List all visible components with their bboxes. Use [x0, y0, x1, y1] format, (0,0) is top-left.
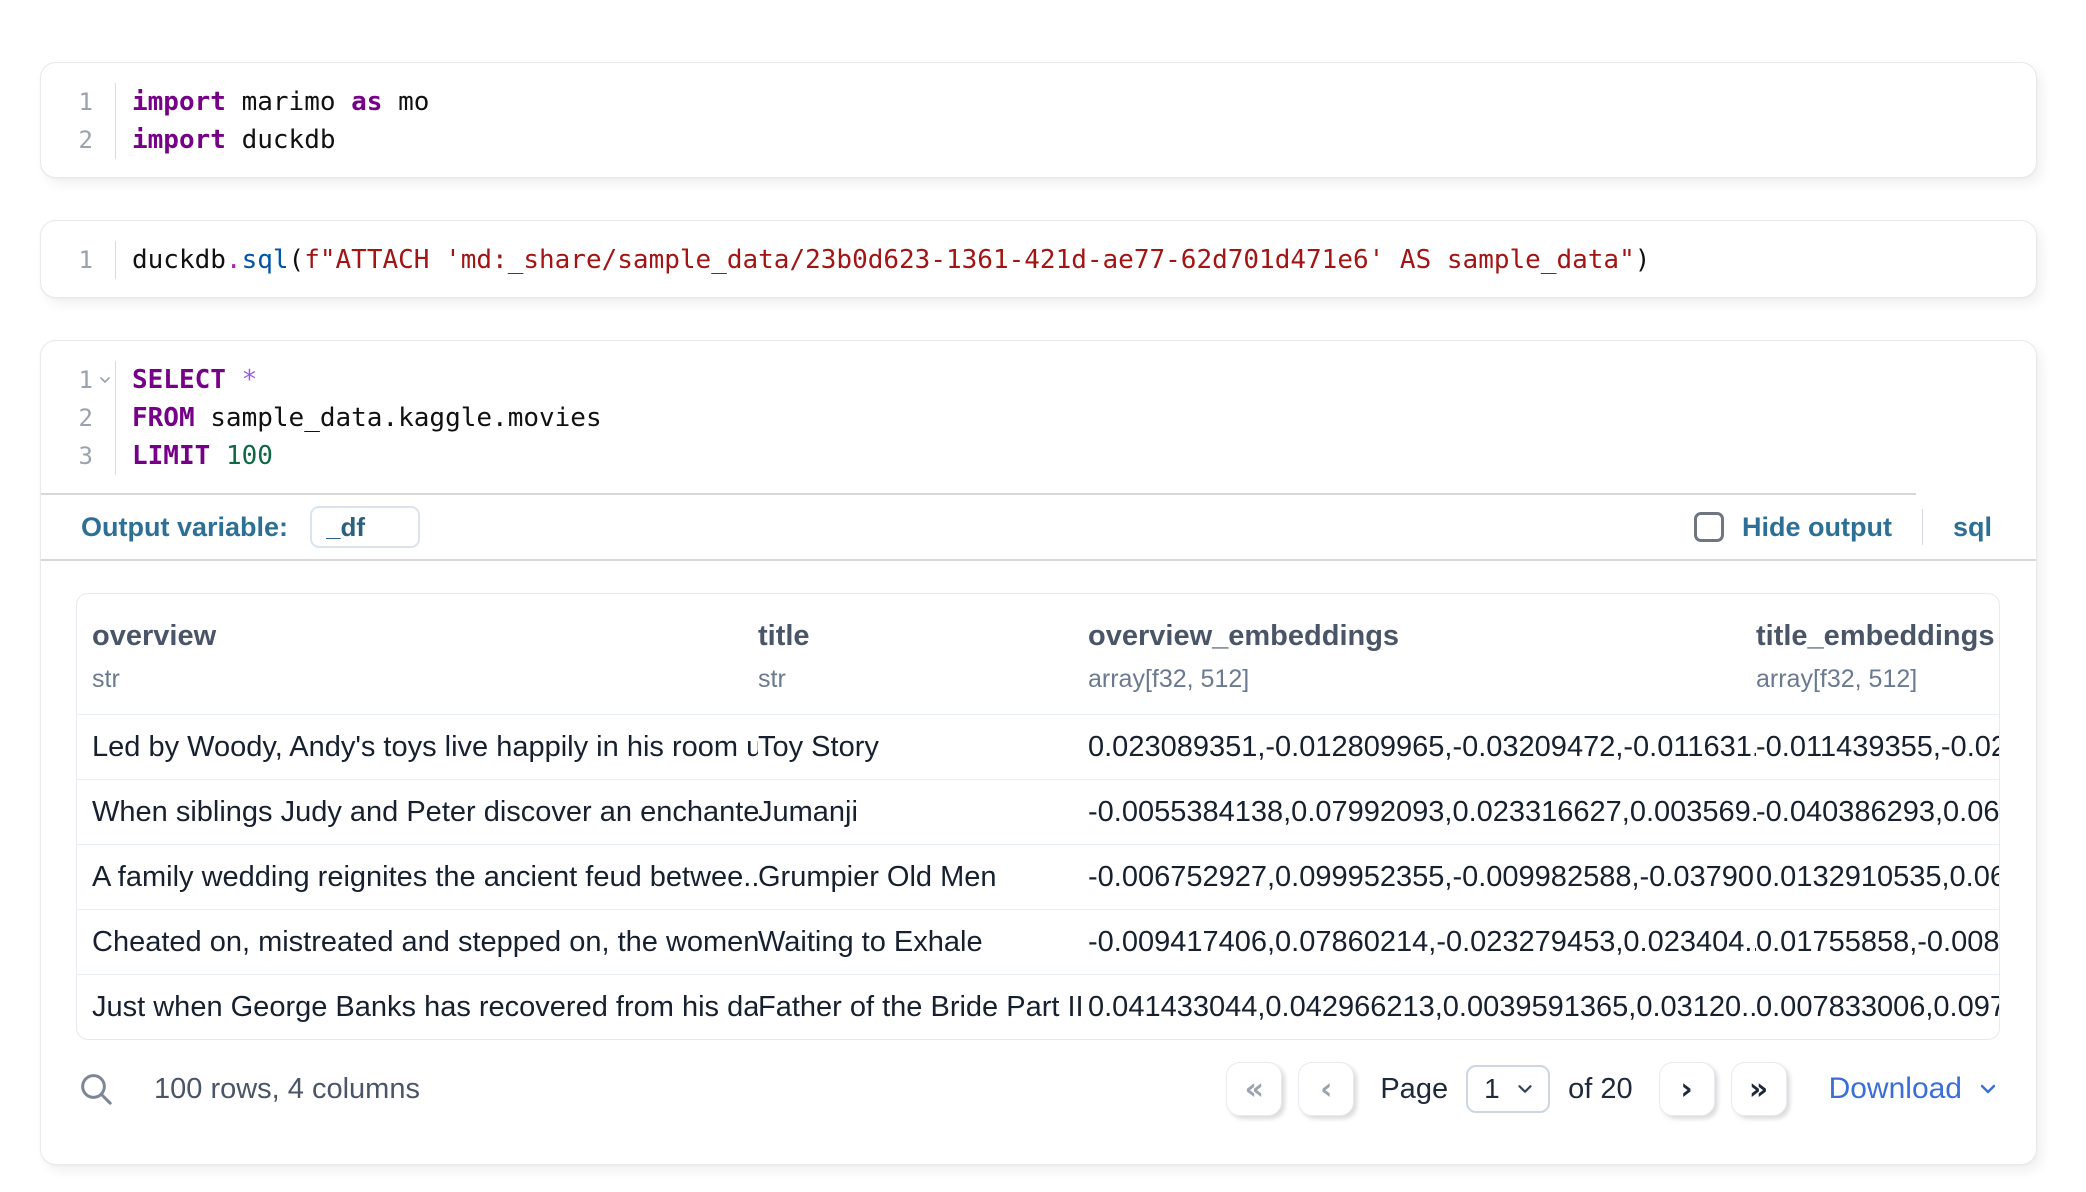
code-token: ) [1635, 245, 1651, 275]
code-cell-attach: 1 duckdb.sql(f"ATTACH 'md:_share/sample_… [40, 220, 2037, 298]
page-count-label: of 20 [1568, 1073, 1633, 1106]
code-token: mo [382, 87, 429, 117]
keyword-token: import [132, 125, 226, 155]
line-number: 3 [41, 437, 115, 475]
cell-overview-embeddings: -0.006752927,0.099952355,-0.009982588,-0… [1088, 861, 1756, 894]
cell-title-embeddings: -0.011439355,-0.02752 [1756, 731, 1999, 764]
cell-overview-embeddings: -0.009417406,0.07860214,-0.023279453,0.0… [1088, 926, 1756, 959]
cell-overview: Just when George Banks has recovered fro… [92, 991, 758, 1024]
number-token: 100 [226, 441, 273, 471]
cell-title: Grumpier Old Men [758, 861, 1088, 894]
code-line[interactable]: import marimo as mo [132, 83, 2036, 121]
chevron-down-icon [1514, 1078, 1536, 1100]
column-header-title-embeddings[interactable]: title_embeddings array[f32, 512] [1756, 620, 1999, 694]
chevron-down-icon [1976, 1077, 2000, 1101]
code-line[interactable]: import duckdb [132, 121, 2036, 159]
code-line[interactable]: LIMIT 100 [132, 437, 2036, 475]
cell-title-embeddings: 0.01755858,-0.0086286 [1756, 926, 1999, 959]
code-token: sample_data.kaggle.movies [195, 403, 602, 433]
download-button[interactable]: Download [1829, 1072, 2000, 1106]
code-line[interactable]: FROM sample_data.kaggle.movies [132, 399, 2036, 437]
hide-output-label: Hide output [1742, 512, 1892, 543]
last-page-button[interactable]: » [1731, 1062, 1787, 1116]
table-row[interactable]: Cheated on, mistreated and stepped on, t… [77, 909, 1999, 974]
table-row[interactable]: Just when George Banks has recovered fro… [77, 974, 1999, 1039]
line-number-gutter: 1 2 3 [41, 361, 116, 475]
search-icon[interactable] [76, 1069, 116, 1109]
cell-title: Waiting to Exhale [758, 926, 1088, 959]
line-number: 1 [41, 83, 115, 121]
code-editor-attach[interactable]: 1 duckdb.sql(f"ATTACH 'md:_share/sample_… [41, 221, 2036, 297]
code-token: marimo [226, 87, 351, 117]
notebook-page: 1 2 import marimo as mo import duckdb 1 … [0, 0, 2086, 1165]
table-row[interactable]: A family wedding reignites the ancient f… [77, 844, 1999, 909]
code-editor-imports[interactable]: 1 2 import marimo as mo import duckdb [41, 63, 2036, 177]
line-number: 2 [41, 399, 115, 437]
cell-overview-embeddings: 0.023089351,-0.012809965,-0.03209472,-0.… [1088, 731, 1756, 764]
code-cell-imports: 1 2 import marimo as mo import duckdb [40, 62, 2037, 178]
column-header-overview[interactable]: overview str [92, 620, 758, 694]
code-editor-sql[interactable]: 1 2 3 SELECT * FROM sample_data.kaggle.m… [41, 341, 2036, 493]
code-token: ( [289, 245, 305, 275]
cell-title-embeddings: 0.0132910535,0.06958 [1756, 861, 1999, 894]
cell-title-embeddings: 0.007833006,0.097801 [1756, 991, 1999, 1024]
code-line[interactable]: duckdb.sql(f"ATTACH 'md:_share/sample_da… [132, 241, 2036, 279]
code-token: duckdb [226, 125, 336, 155]
keyword-token: LIMIT [132, 441, 210, 471]
table-row[interactable]: When siblings Judy and Peter discover an… [77, 779, 1999, 844]
divider [1922, 509, 1923, 545]
table-footer: 100 rows, 4 columns « ‹ Page 1 of 20 › »… [76, 1062, 2000, 1164]
code-token: * [242, 365, 258, 395]
output-variable-input[interactable] [310, 506, 420, 548]
cell-title: Father of the Bride Part II [758, 991, 1088, 1024]
previous-page-button[interactable]: ‹ [1298, 1062, 1354, 1116]
code-token: duckdb [132, 245, 226, 275]
output-variable-bar: Output variable: Hide output sql [41, 495, 2036, 561]
sql-cell: 1 2 3 SELECT * FROM sample_data.kaggle.m… [40, 340, 2037, 1165]
keyword-token: FROM [132, 403, 195, 433]
cell-title: Jumanji [758, 796, 1088, 829]
chevron-down-icon[interactable] [97, 372, 113, 388]
table-header-row: overview str title str overview_embeddin… [77, 594, 1999, 714]
cell-overview-embeddings: -0.0055384138,0.07992093,0.023316627,0.0… [1088, 796, 1756, 829]
line-number: 2 [41, 121, 115, 159]
row-count-summary: 100 rows, 4 columns [154, 1073, 420, 1106]
cell-overview: Cheated on, mistreated and stepped on, t… [92, 926, 758, 959]
first-page-button[interactable]: « [1226, 1062, 1282, 1116]
hide-output-checkbox[interactable] [1694, 512, 1724, 542]
cell-overview: Led by Woody, Andy's toys live happily i… [92, 731, 758, 764]
pagination: « ‹ Page 1 of 20 › » Download [1226, 1062, 2000, 1116]
cell-overview-embeddings: 0.041433044,0.042966213,0.0039591365,0.0… [1088, 991, 1756, 1024]
result-table: overview str title str overview_embeddin… [76, 593, 2000, 1040]
keyword-token: as [351, 87, 382, 117]
page-select[interactable]: 1 [1466, 1065, 1550, 1113]
cell-title-embeddings: -0.040386293,0.06845 [1756, 796, 1999, 829]
hide-output-toggle[interactable]: Hide output [1694, 512, 1892, 543]
table-row[interactable]: Led by Woody, Andy's toys live happily i… [77, 714, 1999, 779]
code-token [226, 365, 242, 395]
output-variable-label: Output variable: [81, 512, 288, 543]
line-number: 1 [41, 241, 115, 279]
keyword-token: SELECT [132, 365, 226, 395]
code-token [210, 441, 226, 471]
next-page-button[interactable]: › [1659, 1062, 1715, 1116]
code-token: . [226, 245, 242, 275]
page-label: Page [1380, 1073, 1448, 1106]
language-badge: sql [1953, 512, 1992, 543]
cell-title: Toy Story [758, 731, 1088, 764]
cell-overview: When siblings Judy and Peter discover an… [92, 796, 758, 829]
line-number-gutter: 1 2 [41, 83, 116, 159]
cell-overview: A family wedding reignites the ancient f… [92, 861, 758, 894]
line-number: 1 [41, 361, 115, 399]
code-line[interactable]: SELECT * [132, 361, 2036, 399]
line-number-gutter: 1 [41, 241, 116, 279]
keyword-token: import [132, 87, 226, 117]
string-token: f"ATTACH 'md:_share/sample_data/23b0d623… [304, 245, 1635, 275]
column-header-title[interactable]: title str [758, 620, 1088, 694]
column-header-overview-embeddings[interactable]: overview_embeddings array[f32, 512] [1088, 620, 1756, 694]
function-token: sql [242, 245, 289, 275]
